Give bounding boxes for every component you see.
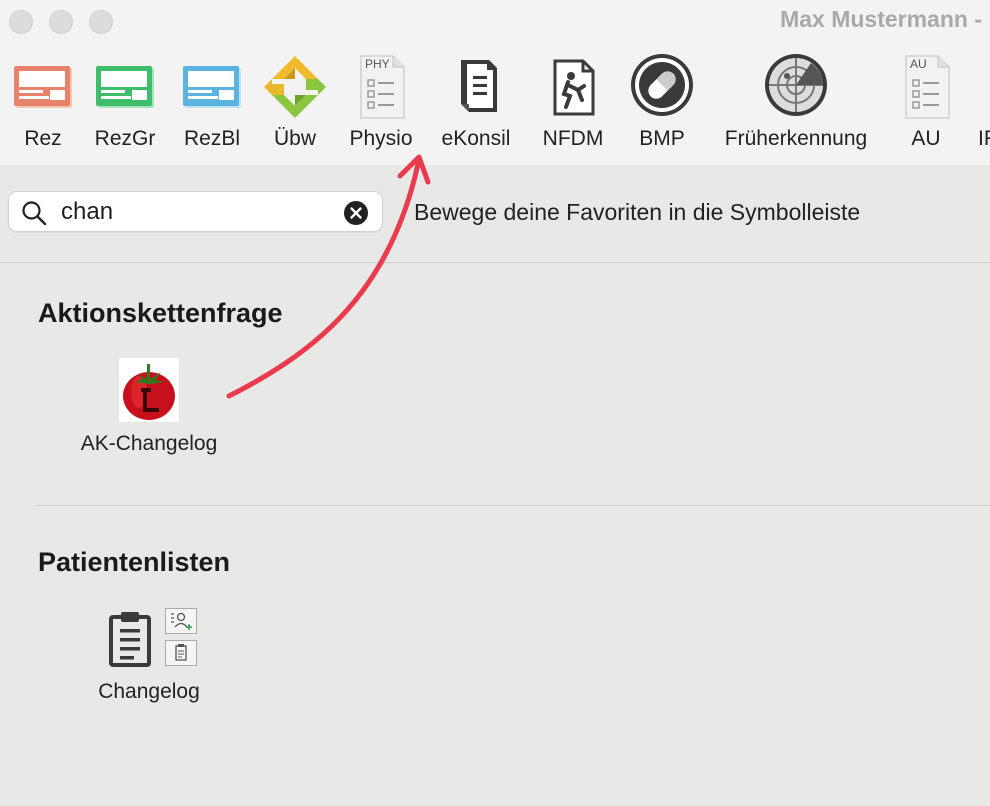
toolbar-item-label: AU [911, 127, 941, 150]
ueberweisung-icon [260, 52, 330, 122]
item-label: Changelog [98, 680, 200, 703]
toolbar: Max Mustermann - Rez RezGr RezBl Übw PHY… [0, 0, 990, 165]
search-icon [22, 201, 47, 226]
search-input[interactable] [61, 196, 331, 227]
nfdm-emergency-icon [538, 52, 608, 122]
small-clipboard-icon[interactable] [165, 640, 197, 666]
toolbar-item-label: BMP [639, 127, 685, 150]
ekonsil-document-icon [441, 52, 511, 122]
toolbar-item-bmp[interactable]: BMP [627, 52, 697, 162]
clear-search-icon[interactable] [344, 201, 368, 225]
section-title-aktionskettenfrage: Aktionskettenfrage [38, 298, 283, 328]
rezept-blue-icon [177, 52, 247, 122]
toolbar-item-label: RezBl [183, 127, 241, 150]
close-window-button[interactable] [9, 10, 33, 34]
divider [34, 505, 990, 506]
toolbar-item-label: Physio [349, 127, 413, 150]
toolbar-item-label: IF [978, 127, 990, 150]
minimize-window-button[interactable] [49, 10, 73, 34]
toolbar-item-nfdm[interactable]: NFDM [538, 52, 608, 162]
toolbar-item-label: RezGr [94, 127, 156, 150]
toolbar-item-physio[interactable]: PHY Physio [344, 52, 418, 162]
window-title: Max Mustermann - [780, 6, 982, 32]
add-patient-icon[interactable] [165, 608, 197, 634]
radar-icon [761, 52, 831, 122]
search-field[interactable] [8, 191, 383, 232]
toolbar-item-rezgr[interactable]: RezGr [90, 52, 160, 162]
item-changelog[interactable]: Changelog [64, 606, 234, 710]
favorites-hint: Bewege deine Favoriten in die Symbolleis… [414, 199, 861, 225]
divider [0, 262, 990, 263]
toolbar-item-uebw[interactable]: Übw [260, 52, 330, 162]
toolbar-item-if[interactable]: IF [972, 52, 990, 162]
toolbar-item-rezbl[interactable]: RezBl [177, 52, 247, 162]
toolbar-item-label: Übw [273, 127, 316, 150]
item-ak-changelog[interactable]: AK-Changelog [64, 356, 234, 460]
clipboard-icon [109, 612, 151, 667]
toolbar-item-label: Rez [24, 127, 62, 150]
toolbar-item-label: NFDM [542, 127, 604, 150]
toolbar-item-ekonsil[interactable]: eKonsil [436, 52, 516, 162]
toolbar-item-label: eKonsil [441, 127, 511, 150]
toolbar-item-au[interactable]: AU AU [891, 52, 961, 162]
tomato-t-icon [119, 358, 179, 422]
rezept-green-icon [90, 52, 160, 122]
toolbar-item-label: Früherkennung [724, 127, 868, 150]
rezept-pink-icon [8, 52, 78, 122]
physio-form-icon: PHY [346, 52, 416, 122]
svg-text:PHY: PHY [365, 57, 390, 71]
section-title-patientenlisten: Patientenlisten [38, 547, 231, 577]
svg-text:AU: AU [910, 57, 927, 71]
toolbar-item-rez[interactable]: Rez [8, 52, 78, 162]
zoom-window-button[interactable] [89, 10, 113, 34]
toolbar-item-frueherkennung[interactable]: Früherkennung [716, 52, 876, 162]
item-label: AK-Changelog [80, 432, 218, 455]
au-form-icon: AU [891, 52, 961, 122]
bmp-pill-icon [627, 52, 697, 122]
